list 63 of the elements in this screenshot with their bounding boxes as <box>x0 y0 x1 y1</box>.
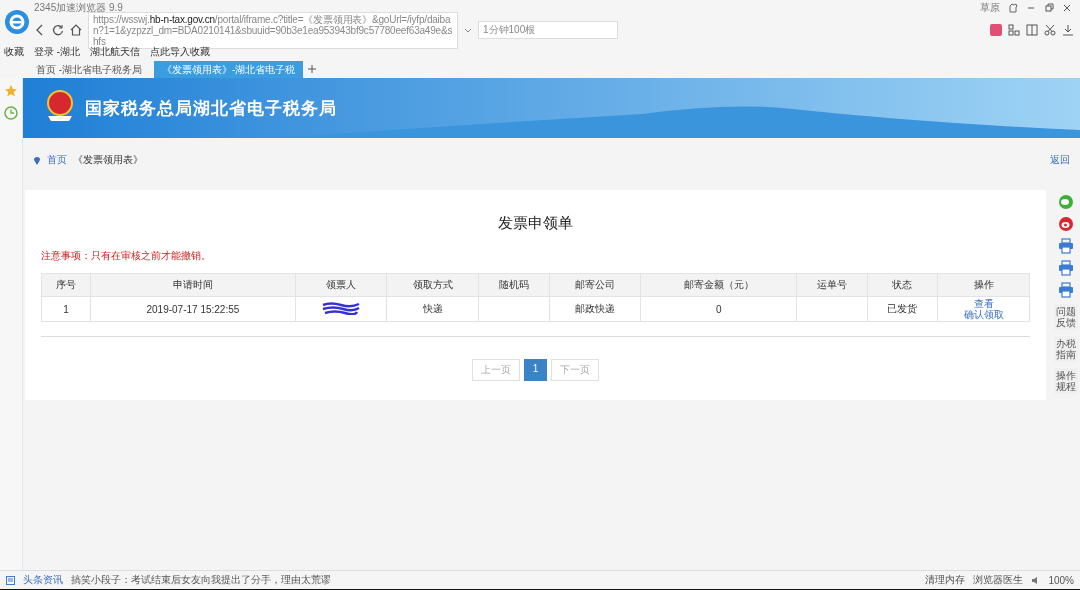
close-icon[interactable] <box>1062 3 1072 13</box>
column-header: 随机码 <box>478 273 550 297</box>
breadcrumb-link[interactable]: 首页 <box>47 153 67 167</box>
back-link[interactable]: 返回 <box>1050 153 1070 167</box>
weibo-icon[interactable] <box>1058 216 1074 232</box>
reader-icon[interactable] <box>1026 24 1038 36</box>
column-header: 状态 <box>867 273 938 297</box>
column-header: 领票人 <box>295 273 387 297</box>
column-header: 序号 <box>41 273 91 297</box>
column-header: 申请时间 <box>90 273 296 297</box>
browser-doctor-button[interactable]: 浏览器医生 <box>973 573 1024 587</box>
page-title: 发票申领单 <box>497 214 574 233</box>
clean-memory-button[interactable]: 清理内存 <box>925 573 966 587</box>
star-icon[interactable] <box>4 84 18 98</box>
notice-text: 注意事项：只有在审核之前才能撤销。 <box>41 249 212 263</box>
scissors-icon[interactable] <box>1044 24 1056 36</box>
side-tool-link[interactable]: 操作规程 <box>1054 368 1078 394</box>
browser-logo[interactable] <box>4 9 30 35</box>
reload-icon[interactable] <box>52 24 64 36</box>
column-header: 邮寄金额（元） <box>641 273 797 297</box>
column-header: 领取方式 <box>387 273 479 297</box>
grid-icon[interactable] <box>1008 24 1020 36</box>
printer-icon[interactable] <box>1058 282 1074 298</box>
restore-icon[interactable] <box>1044 3 1054 13</box>
breadcrumb-current: 《发票领用表》 <box>73 153 143 167</box>
table-cell <box>796 296 868 322</box>
browser-tab[interactable]: 首页 -湖北省电子税务局 <box>28 61 151 78</box>
zoom-level[interactable]: 100% <box>1048 574 1074 586</box>
news-headline[interactable]: 搞笑小段子：考试结束后女友向我提出了分手，理由太荒谬 <box>71 573 331 587</box>
action-link[interactable]: 确认领取 <box>963 309 1004 320</box>
column-header: 邮寄公司 <box>549 273 641 297</box>
news-label[interactable]: 头条资讯 <box>23 573 63 587</box>
table-cell: 1 <box>41 296 91 322</box>
table-cell: 2019-07-17 15:22:55 <box>90 296 296 322</box>
table-cell: 0 <box>641 296 797 322</box>
search-field[interactable]: 1分钟100根 <box>478 21 618 39</box>
printer-icon[interactable] <box>1058 238 1074 254</box>
action-link[interactable]: 查看 <box>973 298 994 309</box>
skin-icon[interactable] <box>1008 3 1018 13</box>
bookmark-item[interactable]: 登录 -湖北 <box>34 45 81 59</box>
printer-icon[interactable] <box>1058 260 1074 276</box>
redaction-scribble <box>321 301 362 315</box>
page-button[interactable]: 1 <box>523 359 548 381</box>
location-icon <box>33 155 41 165</box>
top-link[interactable]: 草原 <box>980 1 1000 15</box>
table-cell: 邮政快递 <box>549 296 641 322</box>
app-icon[interactable] <box>990 24 1002 36</box>
column-header: 运单号 <box>796 273 868 297</box>
column-header: 操作 <box>937 273 1030 297</box>
chat-icon[interactable] <box>1058 194 1074 210</box>
download-icon[interactable] <box>1062 24 1074 36</box>
table-cell: 已发货 <box>867 296 938 322</box>
news-icon[interactable] <box>6 575 15 585</box>
table-cell: 快递 <box>387 296 479 322</box>
dropdown-icon[interactable] <box>464 26 472 34</box>
clock-icon[interactable] <box>4 106 18 120</box>
bookmark-item[interactable]: 收藏 <box>4 45 24 59</box>
site-title: 国家税务总局湖北省电子税务局 <box>85 97 337 120</box>
side-tool-link[interactable]: 办税指南 <box>1054 336 1078 362</box>
home-icon[interactable] <box>70 24 82 36</box>
side-tool-link[interactable]: 问题反馈 <box>1054 304 1078 330</box>
new-tab-icon[interactable] <box>307 64 318 74</box>
table-cell <box>478 296 550 322</box>
